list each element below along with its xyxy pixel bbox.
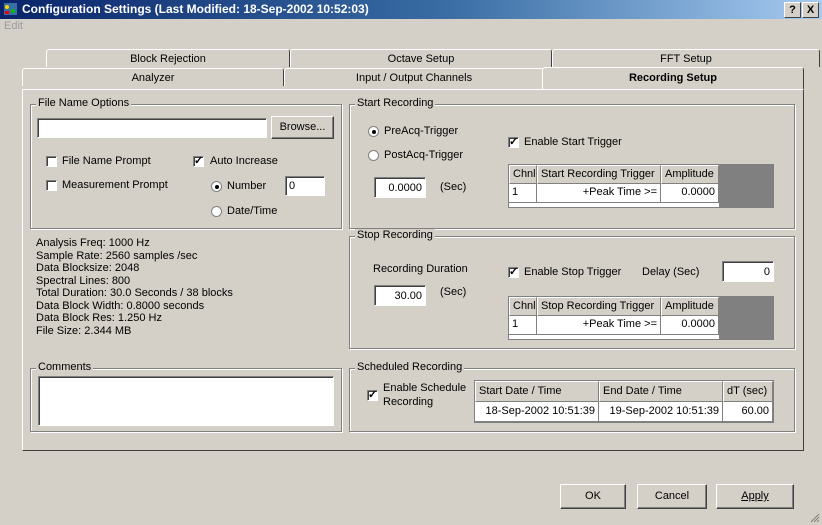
browse-button[interactable]: Browse... — [271, 116, 334, 139]
check-mark-icon: ✓ — [194, 155, 204, 167]
filename-input[interactable] — [37, 118, 267, 138]
stop-trigger-table: Chnl Stop Recording Trigger Amplitude 1 … — [508, 296, 774, 340]
table-header: Amplitude — [661, 165, 719, 184]
enable-stop-trigger-label: Enable Stop Trigger — [524, 266, 622, 278]
start-trigger-table: Chnl Start Recording Trigger Amplitude 1… — [508, 164, 774, 208]
cancel-button[interactable]: Cancel — [637, 484, 707, 509]
enable-stop-trigger-checkbox[interactable]: ✓ — [508, 267, 519, 278]
delay-input[interactable] — [722, 261, 774, 282]
table-cell[interactable]: 0.0000 — [661, 316, 719, 335]
preacq-trigger-label: PreAcq-Trigger — [384, 125, 459, 137]
tab-fft-setup[interactable]: FFT Setup — [552, 49, 820, 67]
postacq-trigger-radio[interactable] — [368, 150, 379, 161]
auto-increase-label: Auto Increase — [210, 155, 278, 167]
app-icon — [4, 3, 17, 15]
check-mark-icon: ✓ — [509, 136, 519, 148]
table-header: Stop Recording Trigger — [537, 297, 661, 316]
table-header: Chnl — [509, 165, 537, 184]
table-header: Start Date / Time — [475, 381, 599, 402]
table-cell[interactable]: +Peak Time >= — [537, 184, 661, 203]
help-button[interactable]: ? — [784, 2, 801, 18]
apply-button[interactable]: Apply — [716, 484, 794, 509]
menu-edit[interactable]: Edit — [4, 20, 23, 32]
start-unit-label: (Sec) — [440, 181, 467, 193]
tab-input-output-channels[interactable]: Input / Output Channels — [284, 68, 544, 86]
info-total-duration: Total Duration: 30.0 Seconds / 38 blocks — [36, 287, 233, 299]
table-header: dT (sec) — [723, 381, 773, 402]
check-mark-icon: ✓ — [368, 389, 378, 401]
start-recording-title: Start Recording — [355, 97, 436, 109]
table-filler — [719, 297, 773, 339]
comments-textarea[interactable] — [38, 376, 334, 426]
file-name-options-title: File Name Options — [36, 97, 132, 109]
ok-button[interactable]: OK — [560, 484, 626, 509]
recording-duration-input[interactable] — [374, 285, 426, 306]
table-cell[interactable]: 18-Sep-2002 10:51:39 — [475, 402, 599, 422]
tab-analyzer[interactable]: Analyzer — [22, 68, 284, 86]
schedule-table: Start Date / Time End Date / Time dT (se… — [474, 380, 774, 423]
comments-title: Comments — [36, 361, 94, 373]
table-cell[interactable]: +Peak Time >= — [537, 316, 661, 335]
table-filler — [719, 165, 773, 207]
enable-schedule-label-line2: Recording — [383, 396, 434, 408]
table-cell[interactable]: 19-Sep-2002 10:51:39 — [599, 402, 723, 422]
tab-recording-setup[interactable]: Recording Setup — [542, 67, 804, 89]
postacq-trigger-label: PostAcq-Trigger — [384, 149, 464, 161]
file-name-prompt-label: File Name Prompt — [62, 155, 151, 167]
info-spectral-lines: Spectral Lines: 800 — [36, 275, 131, 287]
datetime-radio[interactable] — [211, 206, 222, 217]
title-bar: Configuration Settings (Last Modified: 1… — [0, 0, 822, 19]
stop-unit-label: (Sec) — [440, 286, 467, 298]
table-cell[interactable]: 60.00 — [723, 402, 773, 422]
check-mark-icon: ✓ — [509, 266, 519, 278]
enable-schedule-checkbox[interactable]: ✓ — [367, 390, 378, 401]
datetime-label: Date/Time — [227, 205, 278, 217]
info-data-blocksize: Data Blocksize: 2048 — [36, 262, 140, 274]
window-title: Configuration Settings (Last Modified: 1… — [22, 2, 369, 16]
enable-start-trigger-label: Enable Start Trigger — [524, 136, 622, 148]
file-name-prompt-checkbox[interactable] — [46, 156, 57, 167]
tab-block-rejection[interactable]: Block Rejection — [46, 49, 290, 67]
table-header: Start Recording Trigger — [537, 165, 661, 184]
tab-octave-setup[interactable]: Octave Setup — [290, 49, 552, 67]
info-file-size: File Size: 2.344 MB — [36, 325, 132, 337]
info-data-block-width: Data Block Width: 0.8000 seconds — [36, 300, 205, 312]
auto-increase-checkbox[interactable]: ✓ — [193, 156, 204, 167]
table-cell[interactable]: 1 — [509, 316, 537, 335]
recording-duration-label: Recording Duration — [373, 263, 468, 275]
preacq-trigger-radio[interactable] — [368, 126, 379, 137]
info-sample-rate: Sample Rate: 2560 samples /sec — [36, 250, 198, 262]
enable-start-trigger-checkbox[interactable]: ✓ — [508, 137, 519, 148]
measurement-prompt-checkbox[interactable] — [46, 180, 57, 191]
number-input[interactable] — [285, 176, 325, 196]
table-header: Amplitude — [661, 297, 719, 316]
number-label: Number — [227, 180, 267, 192]
table-cell[interactable]: 1 — [509, 184, 537, 203]
close-button[interactable]: X — [802, 2, 819, 18]
info-analysis-freq: Analysis Freq: 1000 Hz — [36, 237, 150, 249]
table-header: Chnl — [509, 297, 537, 316]
table-header: End Date / Time — [599, 381, 723, 402]
table-cell[interactable]: 0.0000 — [661, 184, 719, 203]
info-data-block-res: Data Block Res: 1.250 Hz — [36, 312, 162, 324]
measurement-prompt-label: Measurement Prompt — [62, 179, 168, 191]
start-time-input[interactable] — [374, 177, 426, 198]
resize-grip-icon[interactable] — [810, 513, 820, 523]
enable-schedule-label-line1: Enable Schedule — [383, 382, 467, 394]
number-radio[interactable] — [211, 181, 222, 192]
stop-recording-title: Stop Recording — [355, 229, 435, 241]
scheduled-recording-title: Scheduled Recording — [355, 361, 465, 373]
delay-label: Delay (Sec) — [642, 266, 700, 278]
